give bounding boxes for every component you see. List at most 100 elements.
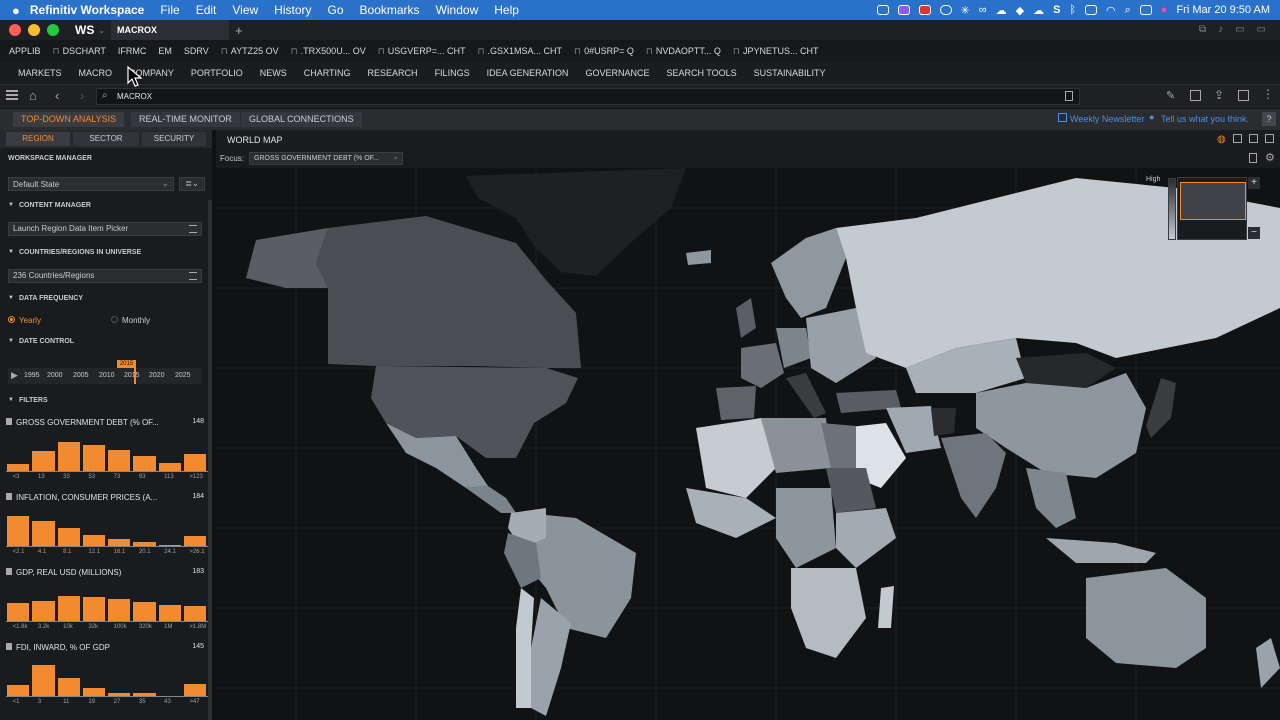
histogram-bar[interactable] — [133, 456, 156, 471]
radio-monthly[interactable] — [111, 316, 118, 323]
country-uk[interactable] — [736, 298, 756, 338]
filters-section[interactable]: ▼ FILTERS — [0, 397, 210, 411]
close-window-icon[interactable] — [9, 24, 21, 36]
histogram-bar[interactable] — [57, 596, 80, 621]
search-box[interactable]: ⌕ MACROX — [96, 88, 1080, 105]
country-spain[interactable] — [716, 386, 756, 420]
stop-record-icon[interactable] — [918, 5, 931, 15]
wifi-icon[interactable]: ◠ — [1106, 4, 1116, 17]
country-east-africa[interactable] — [836, 508, 896, 568]
data-frequency-section[interactable]: ▼ DATA FREQUENCY — [0, 295, 210, 309]
country-india[interactable] — [941, 433, 1006, 518]
histogram-bar[interactable] — [57, 442, 80, 471]
tab-sector[interactable]: SECTOR — [73, 132, 139, 146]
app-name[interactable]: Refinitiv Workspace — [30, 3, 144, 17]
histogram-bar[interactable] — [183, 684, 206, 696]
histogram-bar[interactable] — [82, 688, 105, 696]
table-view-icon[interactable] — [1233, 134, 1242, 143]
world-map[interactable] — [216, 168, 1280, 720]
country-central-america[interactable] — [466, 486, 516, 513]
tab-top-down-analysis[interactable]: TOP-DOWN ANALYSIS — [13, 112, 125, 127]
play-icon[interactable]: ▶ — [11, 370, 18, 381]
minimize-window-icon[interactable] — [28, 24, 40, 36]
histogram-bar[interactable] — [158, 605, 181, 621]
country-alaska[interactable] — [246, 228, 328, 288]
info-icon[interactable] — [6, 493, 12, 500]
country-new-zealand[interactable] — [1256, 638, 1280, 688]
tab-global-connections[interactable]: GLOBAL CONNECTIONS — [241, 112, 362, 127]
nav-markets[interactable]: MARKETS — [18, 68, 62, 78]
country-iceland[interactable] — [686, 250, 711, 265]
radio-monthly-label[interactable]: Monthly — [122, 316, 150, 325]
zoom-in-button[interactable]: + — [1248, 177, 1260, 189]
bookmark-icon[interactable] — [1065, 91, 1073, 101]
hamburger-menu-icon[interactable] — [6, 90, 18, 100]
histogram-bar[interactable] — [108, 539, 131, 546]
histogram-inflation[interactable] — [6, 506, 208, 547]
ws-logo[interactable]: WS — [75, 23, 94, 37]
quicklink-ifrmc[interactable]: IFRMC — [112, 46, 153, 56]
comment-icon[interactable]: ▭ — [1257, 24, 1266, 35]
histogram-bar[interactable] — [57, 678, 80, 696]
bell-icon[interactable]: ♪ — [1218, 24, 1223, 35]
menu-edit[interactable]: Edit — [196, 3, 217, 17]
zoom-out-button[interactable]: − — [1248, 227, 1260, 239]
home-icon[interactable]: ⌂ — [29, 88, 37, 103]
sun-icon[interactable]: ✳ — [961, 4, 970, 17]
active-tab[interactable]: MACROX — [111, 20, 230, 40]
upload-icon[interactable]: ⇪ — [1214, 88, 1224, 102]
dropbox-icon[interactable]: ◆ — [1016, 4, 1024, 17]
left-panel-scrollbar[interactable] — [208, 200, 212, 720]
data-item-picker[interactable]: Launch Region Data Item Picker — [8, 222, 202, 236]
apple-icon[interactable]: ● — [12, 3, 20, 18]
country-japan[interactable] — [1146, 378, 1176, 438]
histogram-bar[interactable] — [158, 463, 181, 471]
histogram-bar[interactable] — [82, 535, 105, 546]
control-center-icon[interactable] — [1139, 5, 1152, 15]
expand-icon[interactable] — [1249, 134, 1258, 143]
search-input[interactable]: MACROX — [117, 92, 152, 101]
quicklink-applib[interactable]: APPLIB — [3, 46, 47, 56]
menu-file[interactable]: File — [160, 3, 179, 17]
shield-icon[interactable] — [876, 5, 889, 15]
quicklink-sdrv[interactable]: SDRV — [178, 46, 215, 56]
info-icon[interactable] — [6, 418, 12, 425]
histogram-bar[interactable] — [7, 464, 30, 471]
histogram-bar[interactable] — [183, 454, 206, 471]
state-select[interactable]: Default State ⌄ — [8, 177, 174, 191]
country-madagascar[interactable] — [878, 586, 894, 628]
siri-icon[interactable]: ● — [1161, 4, 1168, 16]
nav-filings[interactable]: FILINGS — [435, 68, 470, 78]
quicklink-gsx1msa[interactable]: ⊓ .GSX1MSA... CHT — [472, 46, 569, 57]
quicklink-trx500u[interactable]: ⊓ .TRX500U... OV — [285, 46, 372, 57]
histogram-bar[interactable] — [32, 601, 55, 621]
screen-record-icon[interactable] — [897, 5, 910, 15]
date-control-section[interactable]: ▼ DATE CONTROL — [0, 338, 210, 352]
back-arrow-icon[interactable]: ‹ — [55, 88, 59, 103]
date-slider[interactable]: ▶ 1995 2000 2005 2010 2015 2020 2025 — [8, 366, 202, 384]
logo-dropdown-icon[interactable]: ⌄ — [98, 26, 105, 35]
histogram-bar[interactable] — [32, 451, 55, 471]
quicklink-usgverp[interactable]: ⊓ USGVERP=... CHT — [372, 46, 472, 57]
nav-sustainability[interactable]: SUSTAINABILITY — [754, 68, 826, 78]
date-handle[interactable] — [134, 366, 136, 384]
histogram-bar[interactable] — [108, 450, 131, 471]
link-icon[interactable]: ∞ — [979, 4, 987, 16]
country-scandinavia[interactable] — [771, 228, 846, 318]
more-options-icon[interactable]: ⋮ — [1262, 87, 1274, 101]
country-west-africa[interactable] — [686, 488, 776, 538]
icloud-icon[interactable]: ☁ — [1033, 4, 1044, 17]
histogram-bar[interactable] — [57, 528, 80, 546]
minimap-viewport[interactable] — [1180, 182, 1246, 220]
quicklink-nvdaoptt[interactable]: ⊓ NVDAOPTT... Q — [640, 46, 727, 57]
country-southern-africa[interactable] — [791, 568, 866, 658]
quicklink-em[interactable]: EM — [152, 46, 178, 56]
menu-window[interactable]: Window — [436, 3, 479, 17]
weekly-newsletter-link[interactable]: Weekly Newsletter — [1070, 114, 1144, 124]
nav-research[interactable]: RESEARCH — [368, 68, 418, 78]
content-manager-section[interactable]: ▼ CONTENT MANAGER — [0, 202, 210, 216]
histogram-bar[interactable] — [7, 685, 30, 696]
country-north-africa-west[interactable] — [696, 418, 776, 498]
nav-governance[interactable]: GOVERNANCE — [585, 68, 649, 78]
tab-security[interactable]: SECURITY — [142, 132, 206, 146]
